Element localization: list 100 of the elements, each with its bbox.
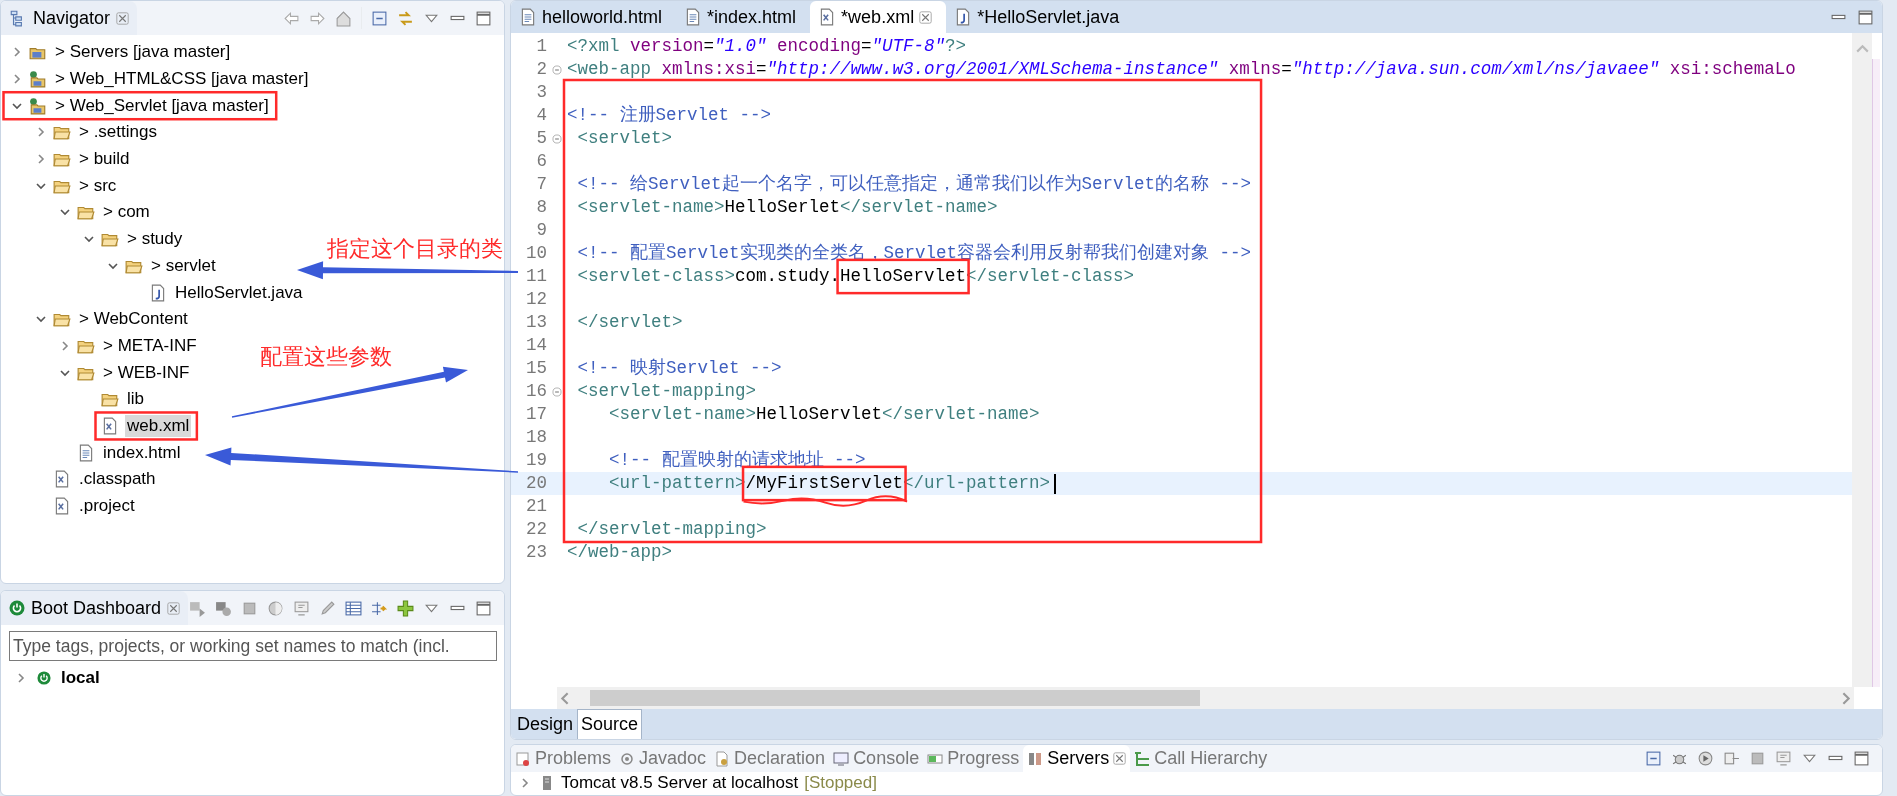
editor-tab[interactable]: *HelloServlet.java [946,1,1134,33]
fold-icon[interactable] [552,64,562,75]
tree-item[interactable]: > Web_HTML&CSS [java master] [53,68,311,91]
editor-tab[interactable]: *index.html [676,1,811,33]
maximize-icon[interactable] [475,599,492,617]
add-icon[interactable] [397,599,414,617]
line-number: 22 [525,518,547,542]
code-text: <?xml [567,35,620,59]
scrollbar-thumb[interactable] [590,690,1200,706]
tree-item[interactable]: > .settings [77,121,159,144]
tree-item[interactable]: web.xml [125,414,192,437]
panel-tab[interactable]: Problems [511,745,616,772]
line-number: 4 [535,104,547,128]
pencil-icon[interactable] [319,599,336,617]
tree-item[interactable]: > src [77,174,119,197]
editor-tab[interactable]: *web.xml [810,1,947,33]
code-text: "UTF-8" [871,35,946,59]
code-text: encoding [776,35,862,59]
code-text: <servlet-class> [576,265,736,289]
panel-tab[interactable]: Servers [1023,745,1131,772]
view-mode-tab[interactable]: Source [577,708,643,739]
start-server-icon[interactable] [189,599,206,617]
tree-item[interactable]: .classpath [77,468,158,491]
publish-icon[interactable] [1723,750,1740,767]
panel-tab[interactable]: Javadoc [615,745,711,772]
code-text: = [861,35,872,59]
view-tab[interactable]: Boot Dashboard [1,591,189,625]
code-text: version [629,35,704,59]
code-text: </servlet-name> [882,403,1040,427]
annotation-text: 配置这些参数 [260,345,392,370]
declaration-icon [714,750,731,767]
code-text: "http://www.w3.org/2001/XMLSchema-instance" [766,58,1219,82]
view-mode-tab[interactable]: Design [513,708,578,739]
view-tab[interactable]: Navigator [1,1,138,35]
debug-server-icon[interactable] [215,599,232,617]
collapse-all-icon[interactable] [1645,750,1662,767]
collapse-all-icon[interactable] [371,9,388,27]
tree-item[interactable]: .project [77,495,137,518]
maximize-icon[interactable] [1853,750,1870,767]
code-text: <!-- 注册Servlet --> [567,104,772,128]
tree-item[interactable]: > WEB-INF [101,361,192,384]
globe-icon[interactable] [267,599,284,617]
tree-item[interactable]: > META-INF [101,334,199,357]
link-editor-icon[interactable] [397,9,414,27]
panel-tab[interactable]: Console [829,745,924,772]
xml-file-icon [101,416,119,435]
forward-arrow-icon[interactable] [309,9,326,27]
line-number: 7 [535,173,547,197]
monitor-icon[interactable] [293,599,310,617]
tree-item[interactable]: > WebContent [77,308,190,331]
search-field[interactable]: Type tags, projects, or working set names to match (incl. [9,631,497,661]
maximize-icon[interactable] [1857,8,1874,26]
line-number: 12 [525,288,547,312]
line-number: 1 [535,35,547,59]
hierarchy-icon [1134,750,1151,767]
home-icon[interactable] [335,9,352,27]
editor-tab[interactable]: helloworld.html [511,1,677,33]
tree-item[interactable]: > Web_Servlet [java master] [53,94,271,117]
scrollbar[interactable] [1852,33,1872,687]
code-text: xmlns:xsi [660,58,757,82]
line-number: 15 [525,357,547,381]
monitor-icon[interactable] [1775,750,1792,767]
play-icon[interactable] [1697,750,1714,767]
tree-item[interactable]: > build [77,148,132,171]
tree-item[interactable]: > Servers [java master] [53,41,233,64]
tree-item[interactable]: > servlet [149,254,218,277]
tree-item[interactable]: HelloServlet.java [173,281,305,304]
panel-tab[interactable]: Call Hierarchy [1130,745,1272,772]
tab-title: Boot Dashboard [31,596,162,620]
html-file-icon [519,8,537,26]
console-icon [833,750,850,767]
tree-item[interactable]: lib [125,388,146,411]
panel-tab[interactable]: Progress [923,745,1024,772]
tree-item[interactable]: local [59,667,102,690]
code-text: /MyFirstServlet [745,472,904,496]
tree-item[interactable]: index.html [101,441,183,464]
servers-icon [1027,750,1044,767]
fold-icon[interactable] [552,133,562,144]
fold-icon[interactable] [552,386,562,397]
tree-item[interactable]: > study [125,228,185,251]
scrollbar[interactable] [557,687,1854,709]
back-arrow-icon[interactable] [283,9,300,27]
panel-tab[interactable]: Declaration [710,745,830,772]
code-text: <web-app [567,58,651,82]
close-icon[interactable] [116,11,130,25]
maximize-icon[interactable] [475,9,492,27]
line-number: 14 [525,334,547,358]
code-text: </servlet> [576,311,683,335]
server-status: [Stopped] [804,772,877,793]
web-project-icon [29,70,47,89]
line-number: 21 [525,495,547,519]
code-text: "http://java.sun.com/xml/ns/javaee" [1291,58,1660,82]
table-icon[interactable] [345,599,362,617]
close-icon[interactable] [1113,752,1127,765]
close-icon[interactable] [919,10,933,24]
stop-icon[interactable] [1749,750,1766,767]
filter-icon[interactable] [371,599,388,617]
close-icon[interactable] [167,601,181,615]
code-text: <servlet-name> [608,403,757,427]
tree-item[interactable]: > com [101,201,152,224]
